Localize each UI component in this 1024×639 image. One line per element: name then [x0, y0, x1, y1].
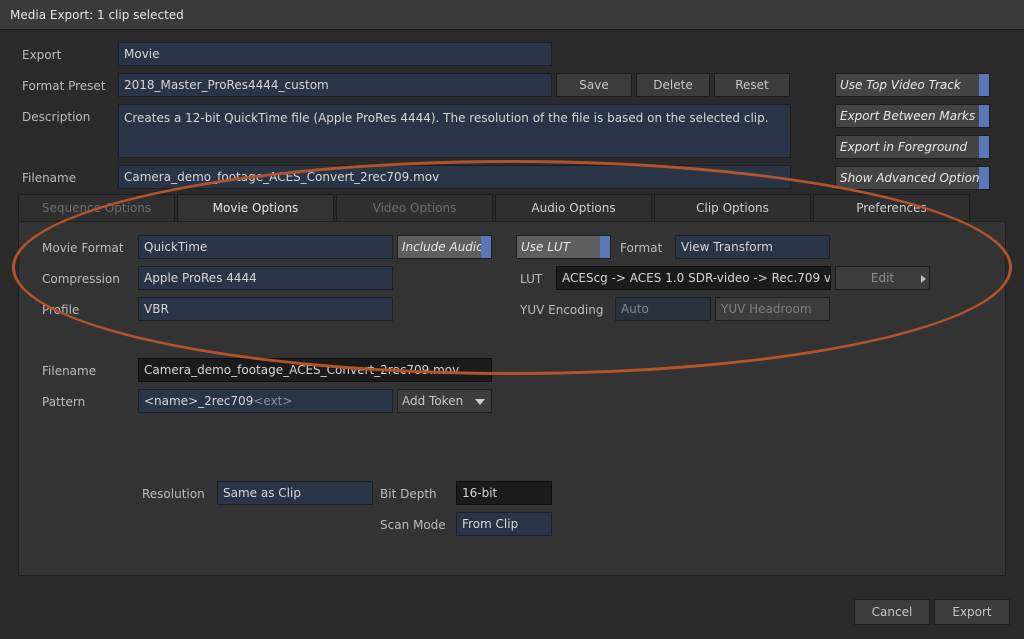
reset-preset-button[interactable]: Reset: [714, 73, 790, 97]
pattern-field[interactable]: <name>_2rec709<ext>: [138, 389, 393, 413]
profile-label: Profile: [42, 303, 80, 317]
output-filename-label: Filename: [42, 364, 97, 378]
format-preset-field[interactable]: 2018_Master_ProRes4444_custom: [118, 73, 552, 97]
lut-label: LUT: [520, 272, 543, 286]
chevron-down-icon: [475, 399, 485, 405]
filename-field[interactable]: Camera_demo_footage_ACES_Convert_2rec709…: [118, 165, 791, 189]
tab-sequence-options[interactable]: Sequence Options: [18, 194, 175, 221]
toggle-indicator: [979, 74, 989, 96]
chevron-right-icon: [921, 275, 926, 283]
use-lut-toggle[interactable]: Use LUT: [516, 235, 611, 259]
yuv-headroom-toggle[interactable]: YUV Headroom: [715, 297, 830, 321]
resolution-label: Resolution: [142, 487, 205, 501]
output-filename-field[interactable]: Camera_demo_footage_ACES_Convert_2rec709…: [138, 358, 492, 382]
description-label: Description: [22, 110, 91, 124]
include-audio-label: Include Audio: [402, 240, 484, 254]
movie-format-field[interactable]: QuickTime: [138, 235, 393, 259]
add-token-dropdown[interactable]: Add Token: [397, 389, 492, 413]
delete-preset-button[interactable]: Delete: [636, 73, 710, 97]
title-bar: Media Export: 1 clip selected: [0, 0, 1024, 30]
compression-label: Compression: [42, 272, 120, 286]
toggle-indicator: [600, 236, 610, 258]
options-tab-bar: Sequence Options Movie Options Video Opt…: [18, 194, 1008, 223]
export-in-foreground-label: Export in Foreground: [840, 140, 968, 154]
toggle-indicator: [979, 136, 989, 158]
save-preset-button[interactable]: Save: [556, 73, 632, 97]
toggle-indicator: [979, 167, 989, 189]
compression-field[interactable]: Apple ProRes 4444: [138, 266, 393, 290]
lut-edit-button[interactable]: Edit: [835, 266, 930, 290]
scan-mode-label: Scan Mode: [380, 518, 446, 532]
use-lut-label: Use LUT: [521, 240, 571, 254]
bit-depth-label: Bit Depth: [380, 487, 437, 501]
lut-format-field[interactable]: View Transform: [675, 235, 830, 259]
pattern-ext-token: <ext>: [253, 394, 293, 408]
bit-depth-field[interactable]: 16-bit: [456, 481, 552, 505]
toggle-indicator: [481, 236, 491, 258]
toggle-indicator: [979, 105, 989, 127]
tab-preferences[interactable]: Preferences: [813, 194, 970, 221]
pattern-value: <name>_2rec709: [144, 394, 254, 408]
show-advanced-options-toggle[interactable]: Show Advanced Options: [835, 166, 990, 190]
tab-audio-options[interactable]: Audio Options: [495, 194, 652, 221]
export-in-foreground-toggle[interactable]: Export in Foreground: [835, 135, 990, 159]
filename-label: Filename: [22, 171, 77, 185]
yuv-encoding-field[interactable]: Auto: [615, 297, 711, 321]
lut-format-label: Format: [620, 241, 663, 255]
use-top-video-track-label: Use Top Video Track: [840, 78, 961, 92]
export-button[interactable]: Export: [934, 599, 1010, 625]
show-advanced-options-label: Show Advanced Options: [840, 171, 986, 185]
use-top-video-track-toggle[interactable]: Use Top Video Track: [835, 73, 990, 97]
tab-video-options[interactable]: Video Options: [336, 194, 493, 221]
description-field[interactable]: Creates a 12-bit QuickTime file (Apple P…: [118, 104, 791, 158]
yuv-encoding-label: YUV Encoding: [520, 303, 604, 317]
export-between-marks-toggle[interactable]: Export Between Marks: [835, 104, 990, 128]
cancel-button[interactable]: Cancel: [854, 599, 930, 625]
window-title: Media Export: 1 clip selected: [10, 8, 184, 22]
export-between-marks-label: Export Between Marks: [840, 109, 976, 123]
export-label: Export: [22, 48, 62, 62]
movie-format-label: Movie Format: [42, 241, 124, 255]
add-token-label: Add Token: [402, 394, 464, 408]
tab-clip-options[interactable]: Clip Options: [654, 194, 811, 221]
format-preset-label: Format Preset: [22, 79, 106, 93]
scan-mode-field[interactable]: From Clip: [456, 512, 552, 536]
tab-movie-options[interactable]: Movie Options: [177, 194, 334, 223]
pattern-label: Pattern: [42, 395, 86, 409]
include-audio-toggle[interactable]: Include Audio: [397, 235, 492, 259]
lut-edit-label: Edit: [870, 271, 895, 285]
export-type-field[interactable]: Movie: [118, 42, 552, 66]
lut-field[interactable]: ACEScg -> ACES 1.0 SDR-video -> Rec.709 …: [556, 266, 831, 290]
resolution-field[interactable]: Same as Clip: [217, 481, 373, 505]
profile-field[interactable]: VBR: [138, 297, 393, 321]
